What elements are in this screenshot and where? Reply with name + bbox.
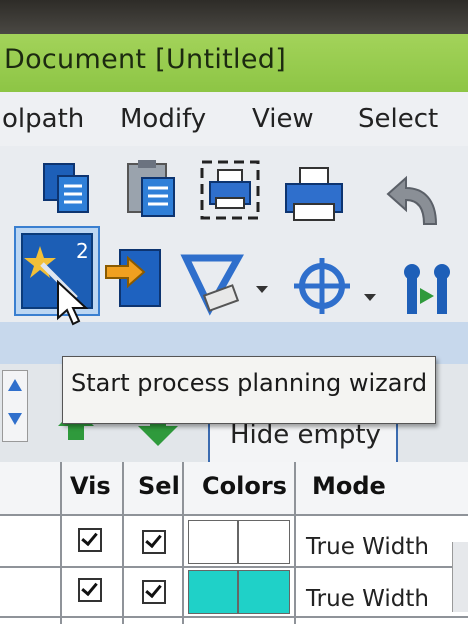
print-icon[interactable] bbox=[282, 164, 346, 228]
column-header-mode[interactable]: Mode bbox=[312, 472, 386, 500]
menu-item-select[interactable]: Select bbox=[358, 104, 438, 134]
import-icon[interactable] bbox=[104, 246, 168, 310]
vis-checkbox[interactable] bbox=[78, 578, 102, 602]
tooltip: Start process planning wizard bbox=[62, 356, 436, 424]
copy-icon[interactable] bbox=[38, 158, 102, 222]
scroll-arrows[interactable] bbox=[2, 370, 28, 442]
menu-item-view[interactable]: View bbox=[252, 104, 314, 134]
toolpath-icon[interactable] bbox=[394, 258, 458, 322]
screen: Document [Untitled] olpath Modify View S… bbox=[0, 0, 468, 624]
paste-icon[interactable] bbox=[120, 158, 184, 222]
sel-checkbox[interactable] bbox=[142, 580, 166, 604]
svg-text:2: 2 bbox=[76, 239, 89, 263]
sel-checkbox[interactable] bbox=[142, 530, 166, 554]
mode-value[interactable]: True Width bbox=[306, 586, 429, 612]
column-header-sel[interactable]: Sel bbox=[138, 472, 180, 500]
column-header-colors[interactable]: Colors bbox=[202, 472, 287, 500]
color-swatch[interactable] bbox=[238, 570, 290, 614]
mouse-cursor-icon bbox=[56, 279, 90, 328]
hide-empty-label: Hide empty bbox=[230, 420, 381, 450]
layers-table: Vis Sel Colors Mode True Width True Widt… bbox=[0, 462, 468, 624]
table-scrollbar[interactable] bbox=[452, 542, 468, 612]
column-header-vis[interactable]: Vis bbox=[70, 472, 111, 500]
measure-icon[interactable] bbox=[180, 252, 244, 316]
monitor-bezel bbox=[0, 0, 468, 34]
menu-bar: olpath Modify View Select bbox=[0, 92, 468, 146]
target-dropdown-icon[interactable] bbox=[364, 294, 376, 301]
color-swatch[interactable] bbox=[188, 520, 238, 564]
menu-item-toolpath[interactable]: olpath bbox=[2, 104, 84, 134]
color-swatch[interactable] bbox=[188, 570, 238, 614]
mode-value[interactable]: True Width bbox=[306, 534, 429, 560]
title-bar: Document [Untitled] bbox=[0, 34, 468, 94]
target-icon[interactable] bbox=[290, 254, 354, 318]
window-title: Document [Untitled] bbox=[4, 44, 287, 75]
print-preview-icon[interactable] bbox=[198, 158, 262, 222]
scroll-down-icon[interactable] bbox=[8, 413, 22, 425]
undo-icon[interactable] bbox=[378, 170, 442, 234]
measure-dropdown-icon[interactable] bbox=[256, 286, 268, 293]
tooltip-text: Start process planning wizard bbox=[71, 369, 428, 397]
scroll-up-icon[interactable] bbox=[8, 379, 22, 391]
vis-checkbox[interactable] bbox=[78, 528, 102, 552]
menu-item-modify[interactable]: Modify bbox=[120, 104, 206, 134]
color-swatch[interactable] bbox=[238, 520, 290, 564]
